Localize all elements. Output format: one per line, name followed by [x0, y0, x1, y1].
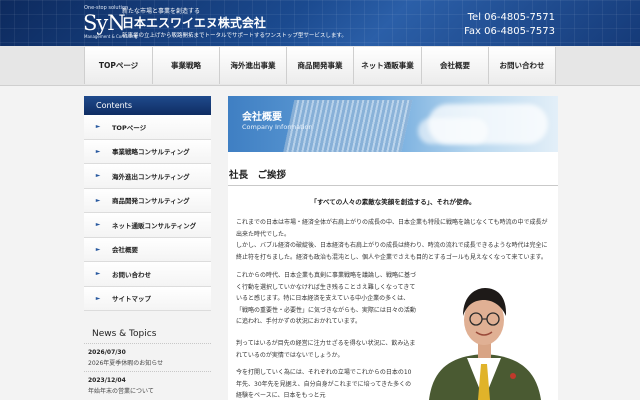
sidebar-item-online-shop[interactable]: ► ネット通販コンサルティング: [84, 213, 211, 238]
news-title: News & Topics: [92, 329, 157, 339]
arrow-icon: ►: [95, 245, 101, 253]
sidebar-item-label: 会社概要: [112, 246, 138, 255]
sidebar-item-label: ネット通販コンサルティング: [112, 221, 197, 230]
arrow-icon: ►: [95, 270, 101, 278]
banner-title: 会社概要: [242, 112, 282, 123]
page-banner: 会社概要 Company Information: [228, 96, 558, 152]
site-header: One-stop solution SyN Management & Consu…: [0, 0, 640, 46]
sidebar-item-company[interactable]: ► 会社概要: [84, 237, 211, 262]
news-item[interactable]: 2026/07/30 2026年夏季休暇のお知らせ: [84, 343, 211, 371]
sidebar-item-sitemap[interactable]: ► サイトマップ: [84, 286, 211, 311]
sidebar: Contents ► TOPページ ► 事業戦略コンサルティング ► 海外進出コンサル…: [84, 96, 211, 399]
global-nav: TOPページ 事業戦略 海外進出事業 商品開発事業 ネット通販事業 会社概要 お…: [84, 47, 556, 84]
arrow-icon: ►: [95, 123, 101, 131]
nav-overseas[interactable]: 海外進出事業: [219, 47, 286, 84]
sidebar-item-label: お問い合わせ: [112, 270, 151, 279]
arrow-icon: ►: [95, 196, 101, 204]
company-description: 新事業の立上げから販路開拓までトータルでサポートするワンストップ型サービスします…: [122, 33, 347, 39]
company-name: 日本エスワイエヌ株式会社: [122, 16, 266, 30]
sidebar-item-label: TOPページ: [112, 123, 147, 132]
nav-contact[interactable]: お問い合わせ: [488, 47, 556, 84]
phone-number: Tel 06-4805-7571: [467, 12, 555, 23]
fax-number: Fax 06-4805-7573: [464, 26, 555, 37]
news-date: 2023/12/04: [88, 377, 126, 384]
sidebar-item-contact[interactable]: ► お問い合わせ: [84, 262, 211, 287]
nav-business-strategy[interactable]: 事業戦略: [152, 47, 219, 84]
cloud-image: [418, 118, 488, 144]
company-logo[interactable]: SyN: [83, 11, 126, 35]
sidebar-item-business-strategy[interactable]: ► 事業戦略コンサルティング: [84, 139, 211, 164]
nav-company[interactable]: 会社概要: [421, 47, 488, 84]
sidebar-item-label: 海外進出コンサルティング: [112, 172, 190, 181]
greeting-paragraph: これまでの日本は市場・経済全体が右肩上がりの成長の中、日本企業も特段に戦略を論じ…: [236, 217, 552, 263]
mission-lead: 「すべての人々の素敵な笑顔を創造する」、それが使命。: [310, 198, 476, 206]
arrow-icon: ►: [95, 294, 101, 302]
greeting-paragraph: 今を打開していく為には、それぞれの立場でこれからの日本の10年先、30年先を見据…: [236, 369, 412, 399]
banner-subtitle: Company Information: [242, 123, 313, 131]
news-item[interactable]: 2023/12/04 年始年末の営業について: [84, 371, 211, 399]
global-nav-bar: TOPページ 事業戦略 海外進出事業 商品開発事業 ネット通販事業 会社概要 お…: [0, 46, 640, 86]
sidebar-item-label: 事業戦略コンサルティング: [112, 148, 190, 157]
greeting-paragraph: 判ってはいるが目先の経営に注力せざるを得ない状況に、飲み込まれているのが実情では…: [236, 340, 416, 359]
president-photo: [421, 272, 548, 400]
arrow-icon: ►: [95, 221, 101, 229]
sidebar-item-top[interactable]: ► TOPページ: [84, 115, 211, 140]
sidebar-title: Contents: [84, 96, 211, 115]
news-text[interactable]: 2026年夏季休暇のお知らせ: [88, 358, 211, 367]
president-portrait-image: [421, 272, 548, 400]
sidebar-item-product-development[interactable]: ► 商品開発コンサルティング: [84, 188, 211, 213]
arrow-icon: ►: [95, 147, 101, 155]
section-title: 社長 ご挨拶: [228, 164, 558, 186]
sidebar-item-overseas[interactable]: ► 海外進出コンサルティング: [84, 164, 211, 189]
main-content: 会社概要 Company Information 社長 ご挨拶 「すべての人々の…: [228, 96, 558, 400]
nav-top[interactable]: TOPページ: [84, 47, 152, 84]
greeting-text: しかし、バブル経済の破綻後、日本経済も右肩上がりの成長は終わり、時流の流れで成長…: [236, 242, 548, 261]
greeting-text: これまでの日本は市場・経済全体が右肩上がりの成長の中、日本企業も特段に戦略を論じ…: [236, 219, 548, 238]
arrow-icon: ►: [95, 172, 101, 180]
sidebar-menu: ► TOPページ ► 事業戦略コンサルティング ► 海外進出コンサルティング ► 商品開…: [84, 115, 211, 311]
greeting-paragraph: これからの時代、日本企業も真剣に事業戦略を議論し、戦略に基づく行動を選択していか…: [236, 272, 417, 325]
news-section: News & Topics 2026/07/30 2026年夏季休暇のお知らせ …: [84, 329, 211, 399]
nav-online-shop[interactable]: ネット通販事業: [353, 47, 421, 84]
news-date: 2026/07/30: [88, 349, 126, 356]
sidebar-item-label: 商品開発コンサルティング: [112, 197, 190, 206]
news-text[interactable]: 年始年末の営業について: [88, 386, 211, 395]
nav-product-development[interactable]: 商品開発事業: [286, 47, 353, 84]
sidebar-item-label: サイトマップ: [112, 295, 151, 304]
